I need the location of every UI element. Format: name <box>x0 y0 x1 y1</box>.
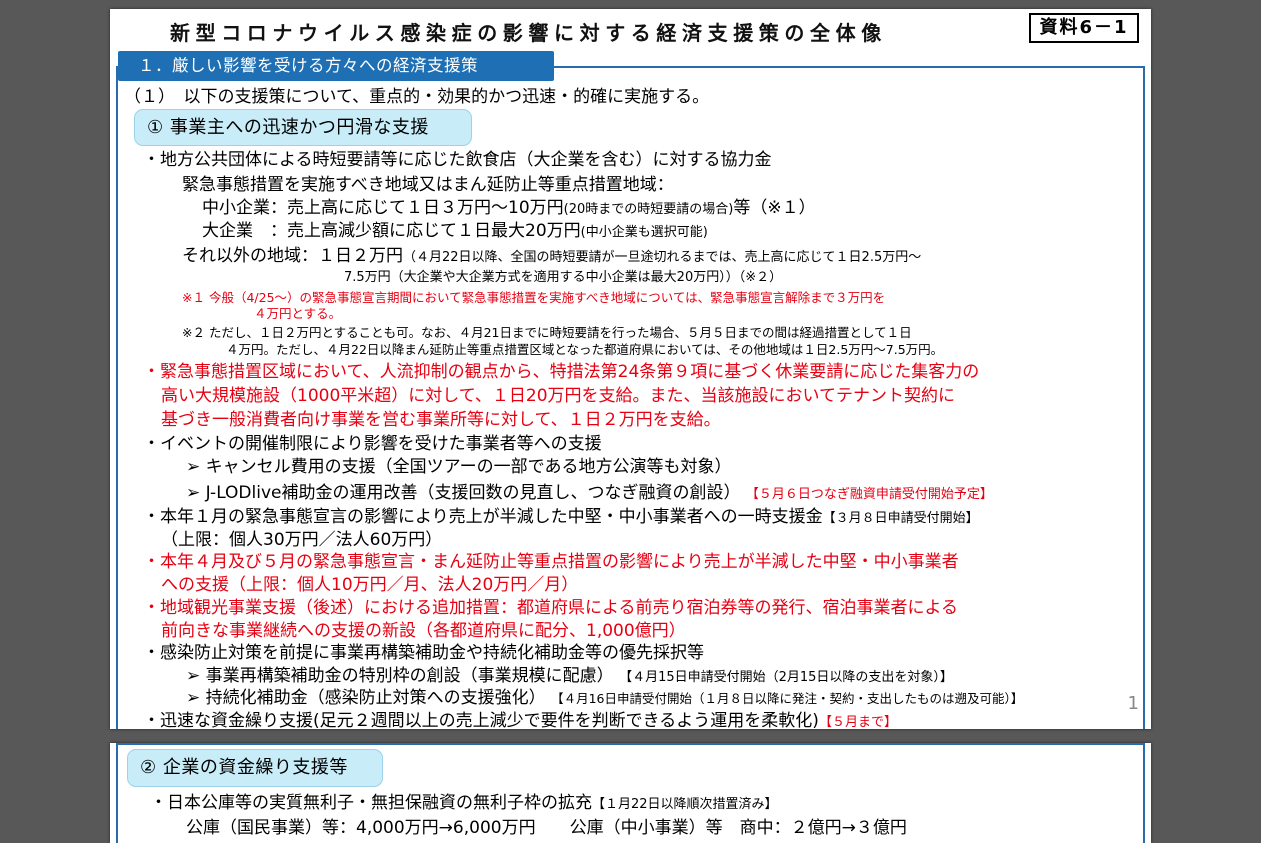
bullet-restaurant-area: 緊急事態措置を実施すべき地域又はまん延防止等重点措置地域： <box>182 175 674 195</box>
bullet-event-cancel: ➢ キャンセル費用の支援（全国ツアーの一部である地方公演等も対象） <box>186 457 732 477</box>
bullet-temporary-aid: ・本年１月の緊急事態宣言の影響により売上が半減した中堅・中小事業者への一時支援金… <box>143 507 979 527</box>
document-label: 資料6－1 <box>1029 13 1139 43</box>
bullet-subsidy-sustain: ➢ 持続化補助金（感染防止対策への支援強化） 【４月16日申請受付開始（１月８日… <box>186 688 1024 708</box>
bullet-tourism-2: 前向きな事業継続への支援の新設（各都道府県に配分、1,000億円） <box>161 621 686 641</box>
bullet-april-may-2: への支援（上限：個人10万円／月、法人20万円／月） <box>161 575 579 595</box>
bullet-event-jlod: ➢ J-LODlive補助金の運用改善（支援回数の見直し、つなぎ融資の創設） 【… <box>186 483 993 503</box>
bullet-large-facility: ・緊急事態措置区域において、人流抑制の観点から、特措法第24条第９項に基づく休業… <box>143 362 980 382</box>
bullet-event: ・イベントの開催制限により影響を受けた事業者等への支援 <box>143 434 602 454</box>
bullet-april-may: ・本年４月及び５月の緊急事態宣言・まん延防止等重点措置の影響により売上が半減した… <box>143 552 959 572</box>
subsection-pill-2: ② 企業の資金繰り支援等 <box>127 749 383 787</box>
bullet-loan-detail: 公庫（国民事業）等：4,000万円→6,000万円 公庫（中小事業）等 商中：２… <box>186 818 907 838</box>
bullet-restaurant-other: それ以外の地域：１日２万円（４月22日以降、全国の時短要請が一旦途切れるまでは、… <box>182 246 922 266</box>
bullet-subsidy: ・感染防止対策を前提に事業再構築補助金や持続化補助金等の優先採択等 <box>143 643 704 663</box>
bullet-tourism: ・地域観光事業支援（後述）における追加措置：都道府県による前売り宿泊券等の発行、… <box>143 598 958 618</box>
document-page-1: 新型コロナウイルス感染症の影響に対する経済支援策の全体像 資料6－1 １．厳しい… <box>110 9 1151 729</box>
section-heading: １．厳しい影響を受ける方々への経済支援策 <box>118 51 554 81</box>
bullet-large-facility-2: 高い大規模施設（1000平米超）に対して、１日20万円を支給。また、当該施設にお… <box>161 386 956 406</box>
page-number: 1 <box>1127 693 1139 714</box>
subsection-pill-1: ① 事業主への迅速かつ円滑な支援 <box>134 109 472 146</box>
note-2-cont: ４万円。ただし、４月22日以降まん延防止等重点措置区域となった都道府県においては… <box>226 342 944 357</box>
note-1: ※１ 今般（4/25～）の緊急事態宣言期間において緊急事態措置を実施すべき地域に… <box>182 290 886 305</box>
note-1-cont: ４万円とする。 <box>254 306 342 321</box>
bullet-funding: ・迅速な資金繰り支援(足元２週間以上の売上減少で要件を判断できるよう運用を柔軟化… <box>143 711 897 729</box>
bullet-restaurant: ・地方公共団体による時短要請等に応じた飲食店（大企業を含む）に対する協力金 <box>143 150 772 170</box>
bullet-restaurant-large: 大企業 ：売上高減少額に応じて１日最大20万円(中小企業も選択可能) <box>202 221 708 241</box>
bullet-subsidy-restructure: ➢ 事業再構築補助金の特別枠の創設（事業規模に配慮） 【４月15日申請受付開始（… <box>186 666 953 686</box>
bullet-restaurant-sme: 中小企業：売上高に応じて１日３万円～10万円(20時までの時短要請の場合)等（※… <box>202 198 816 218</box>
intro-text: （１） 以下の支援策について、重点的・効果的かつ迅速・的確に実施する。 <box>124 87 710 107</box>
note-2: ※２ ただし、１日２万円とすることも可。なお、４月21日までに時短要請を行った場… <box>182 325 912 340</box>
bullet-large-facility-3: 基づき一般消費者向け事業を営む事業所等に対して、１日２万円を支給。 <box>161 410 721 430</box>
page-title: 新型コロナウイルス感染症の影響に対する経済支援策の全体像 <box>170 21 887 45</box>
bullet-restaurant-other-cont: 7.5万円（大企業や大企業方式を適用する中小企業は最大20万円））（※２） <box>344 270 783 285</box>
bullet-temporary-aid-limit: （上限：個人30万円／法人60万円） <box>161 530 443 550</box>
bullet-loan: ・日本公庫等の実質無利子・無担保融資の無利子枠の拡充【１月22日以降順次措置済み… <box>150 793 778 813</box>
document-page-2: ② 企業の資金繰り支援等 ・日本公庫等の実質無利子・無担保融資の無利子枠の拡充【… <box>110 743 1151 843</box>
